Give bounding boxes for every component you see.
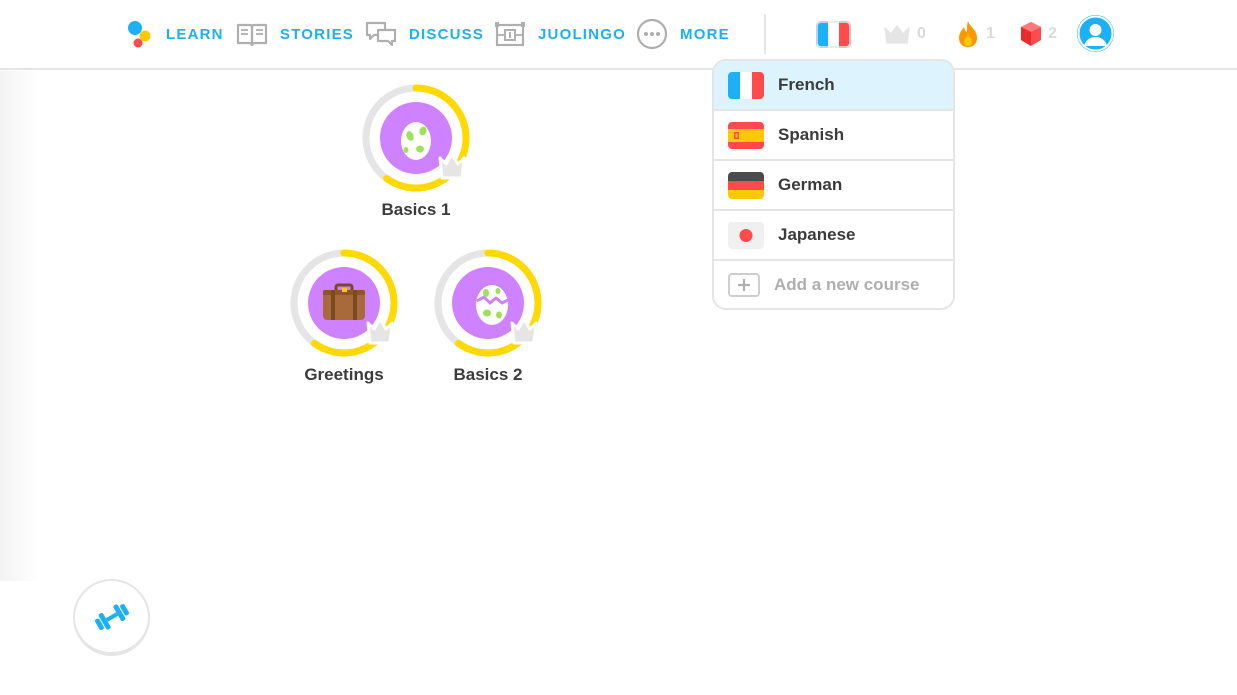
nav-divider	[764, 14, 766, 54]
course-dropdown: French Spanish German Japanese Add a new…	[712, 59, 955, 310]
nav-discuss-label: DISCUSS	[409, 25, 485, 43]
practice-weights-button[interactable]	[73, 579, 150, 656]
juolingo-icon	[495, 22, 525, 47]
course-option-label: Spanish	[778, 125, 845, 144]
profile-avatar[interactable]	[1077, 15, 1114, 52]
streak-counter[interactable]: 1	[956, 19, 995, 49]
suitcase-icon	[323, 283, 365, 320]
left-panel-shadow	[0, 71, 38, 581]
plus-icon	[728, 272, 760, 297]
course-option-french[interactable]: French	[714, 61, 953, 111]
course-option-german[interactable]: German	[714, 161, 953, 211]
skill-basics-2-icon	[434, 249, 542, 357]
france-flag-icon	[728, 71, 764, 99]
nav-more-label: MORE	[680, 25, 730, 43]
skill-basics-2[interactable]: Basics 2	[428, 249, 548, 385]
course-option-label: German	[778, 175, 843, 194]
nav-learn-label: LEARN	[166, 25, 224, 43]
skill-name: Basics 1	[381, 200, 451, 219]
crowns-counter[interactable]: 0	[883, 19, 926, 49]
course-option-spanish[interactable]: Spanish	[714, 111, 953, 161]
gems-count: 2	[1048, 25, 1057, 42]
learn-icon	[128, 21, 151, 48]
top-navigation-bar: LEARN STORIES DISCUSS JUOLINGO MORE 0 1 …	[0, 0, 1237, 70]
nav-more[interactable]: MORE	[636, 17, 730, 51]
crown-icon	[884, 25, 910, 44]
skill-basics-1-icon	[362, 84, 470, 192]
nav-juolingo-label: JUOLINGO	[538, 25, 626, 43]
current-course-button[interactable]	[816, 21, 851, 53]
add-new-course-label: Add a new course	[774, 274, 920, 294]
nav-learn[interactable]: LEARN	[126, 17, 224, 51]
streak-count: 1	[986, 25, 995, 42]
fire-icon	[959, 21, 977, 47]
skill-basics-1[interactable]: Basics 1	[356, 84, 476, 220]
crowns-count: 0	[917, 25, 926, 42]
chat-bubbles-icon	[365, 21, 397, 47]
spain-flag-icon	[728, 121, 764, 149]
france-flag-icon	[816, 21, 851, 48]
course-option-label: French	[778, 75, 835, 94]
skill-name: Greetings	[304, 365, 384, 384]
course-option-japanese[interactable]: Japanese	[714, 211, 953, 261]
nav-stories-label: STORIES	[280, 25, 354, 43]
skill-greetings[interactable]: Greetings	[284, 249, 404, 385]
egg-icon	[401, 122, 431, 160]
hatching-egg-icon	[476, 285, 509, 325]
skill-name: Basics 2	[453, 365, 523, 384]
dumbbell-icon	[94, 603, 129, 630]
germany-flag-icon	[728, 171, 764, 199]
course-option-label: Japanese	[778, 225, 856, 244]
add-new-course-button[interactable]: Add a new course	[714, 261, 953, 308]
gem-icon	[1021, 22, 1041, 46]
book-icon	[236, 23, 268, 47]
user-avatar-icon	[1077, 15, 1114, 52]
skill-greetings-icon	[290, 249, 398, 357]
nav-juolingo[interactable]: JUOLINGO	[494, 17, 626, 51]
gems-counter[interactable]: 2	[1020, 19, 1057, 49]
more-dots-icon	[636, 18, 668, 50]
japan-flag-icon	[728, 221, 764, 249]
nav-discuss[interactable]: DISCUSS	[365, 17, 484, 51]
nav-stories[interactable]: STORIES	[236, 17, 354, 51]
